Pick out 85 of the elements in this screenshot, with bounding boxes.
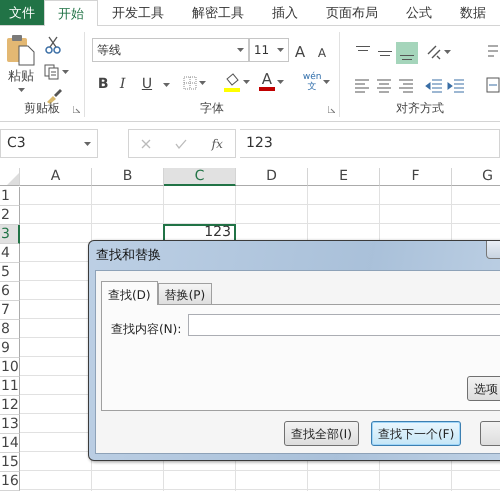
paste-button[interactable]: 粘贴 — [6, 34, 36, 92]
find-field[interactable] — [188, 314, 500, 336]
caret-icon[interactable] — [84, 142, 91, 146]
dialog-button[interactable]: 查找全部(I) — [284, 421, 359, 446]
bold-button[interactable]: B — [98, 74, 108, 95]
column-header[interactable]: F — [380, 168, 452, 186]
row-header[interactable]: 2 — [0, 206, 20, 225]
ribbon-tab[interactable]: 插入 — [258, 0, 312, 25]
align-lines-icon — [356, 46, 370, 51]
row-header[interactable]: 13 — [0, 415, 20, 434]
dialog-launcher-icon[interactable] — [328, 106, 336, 113]
borders-button[interactable] — [182, 76, 206, 90]
tab[interactable]: 查找(D) — [101, 281, 158, 305]
ribbon-tab[interactable]: 页面布局 — [312, 0, 392, 25]
vertical-align-button[interactable] — [396, 42, 418, 64]
ribbon-tab[interactable]: 数据 — [446, 0, 500, 25]
shrink-font-button[interactable]: A — [318, 44, 326, 62]
field-label: 查找内容(N): — [111, 321, 182, 338]
caret-icon[interactable] — [276, 80, 284, 84]
caret-icon[interactable] — [62, 70, 69, 74]
copy-button[interactable] — [44, 64, 69, 80]
column-header[interactable]: G — [452, 168, 500, 186]
caret-icon[interactable] — [242, 80, 250, 84]
group-label: 对齐方式 — [395, 100, 446, 117]
font-size-dropdown[interactable]: 11 — [248, 38, 289, 62]
font-color-button[interactable]: A — [258, 72, 284, 91]
checkmark-icon[interactable] — [175, 138, 188, 148]
caret-icon[interactable] — [18, 88, 24, 92]
row-header[interactable]: 3 — [0, 225, 20, 244]
ribbon-tab[interactable]: 开始 — [44, 0, 98, 26]
align-lines-icon — [400, 55, 414, 60]
column-header[interactable]: A — [20, 168, 92, 186]
row-header[interactable]: 5 — [0, 263, 20, 282]
row-header[interactable]: 9 — [0, 339, 20, 358]
row-header[interactable]: 16 — [0, 472, 20, 491]
row-header[interactable]: 11 — [0, 377, 20, 396]
dialog-button[interactable]: 查找下一个(F) — [371, 421, 462, 446]
caret-icon[interactable] — [198, 81, 206, 85]
underline-button[interactable]: U — [142, 74, 152, 95]
clipboard-icon — [6, 34, 36, 66]
orientation-button[interactable] — [426, 44, 452, 60]
caret-icon[interactable] — [323, 80, 330, 84]
row-header[interactable]: 1 — [0, 187, 20, 206]
row-header[interactable]: 8 — [0, 320, 20, 339]
tab[interactable]: 替换(P) — [158, 283, 212, 304]
row-header[interactable]: 14 — [0, 434, 20, 453]
phonetic-button[interactable]: wén 文 — [302, 72, 330, 92]
ribbon-tab[interactable]: 解密工具 — [178, 0, 258, 25]
caret-icon[interactable] — [276, 48, 284, 52]
file-tab[interactable]: 文件 — [0, 0, 44, 25]
caret-icon[interactable] — [162, 83, 170, 87]
scissors-icon[interactable] — [45, 36, 61, 54]
caret-icon[interactable] — [444, 50, 452, 54]
paint-bucket-icon — [222, 72, 241, 92]
column-header[interactable]: C — [164, 168, 236, 186]
grid-icon — [182, 76, 197, 90]
italic-button[interactable]: I — [120, 74, 126, 95]
row-header[interactable]: 6 — [0, 282, 20, 301]
row-header[interactable]: 12 — [0, 396, 20, 415]
column-header[interactable]: B — [92, 168, 164, 186]
column-header[interactable]: D — [236, 168, 308, 186]
copy-icon — [44, 64, 60, 80]
row-header[interactable]: 10 — [0, 358, 20, 377]
merge-cells-icon[interactable] — [486, 76, 500, 94]
insert-function-button[interactable]: fx — [212, 134, 223, 152]
name-box[interactable]: C3 — [0, 129, 98, 158]
dialog-launcher-icon[interactable] — [72, 106, 80, 113]
caret-icon[interactable] — [236, 48, 244, 52]
slanted-text-icon — [426, 44, 442, 60]
paintbrush-icon[interactable] — [45, 88, 63, 104]
column-header[interactable]: E — [308, 168, 380, 186]
ribbon-tab[interactable]: 开发工具 — [98, 0, 178, 25]
row-header[interactable]: 4 — [0, 244, 20, 263]
formula-field[interactable]: 123 — [240, 129, 500, 158]
group-label: 剪贴板 — [22, 100, 61, 117]
options-button[interactable]: 选项 — [467, 376, 500, 401]
align-lines-icon — [378, 50, 392, 56]
row-header[interactable]: 15 — [0, 453, 20, 472]
row-header[interactable]: 7 — [0, 301, 20, 320]
fill-color-button[interactable] — [222, 72, 250, 92]
ribbon-tab[interactable]: 公式 — [392, 0, 446, 25]
grow-font-button[interactable]: A — [294, 41, 306, 64]
group-label: 字体 — [199, 100, 226, 117]
window-title: 查找和替换 — [96, 247, 161, 265]
font-name-dropdown[interactable]: 等线 — [92, 38, 249, 62]
